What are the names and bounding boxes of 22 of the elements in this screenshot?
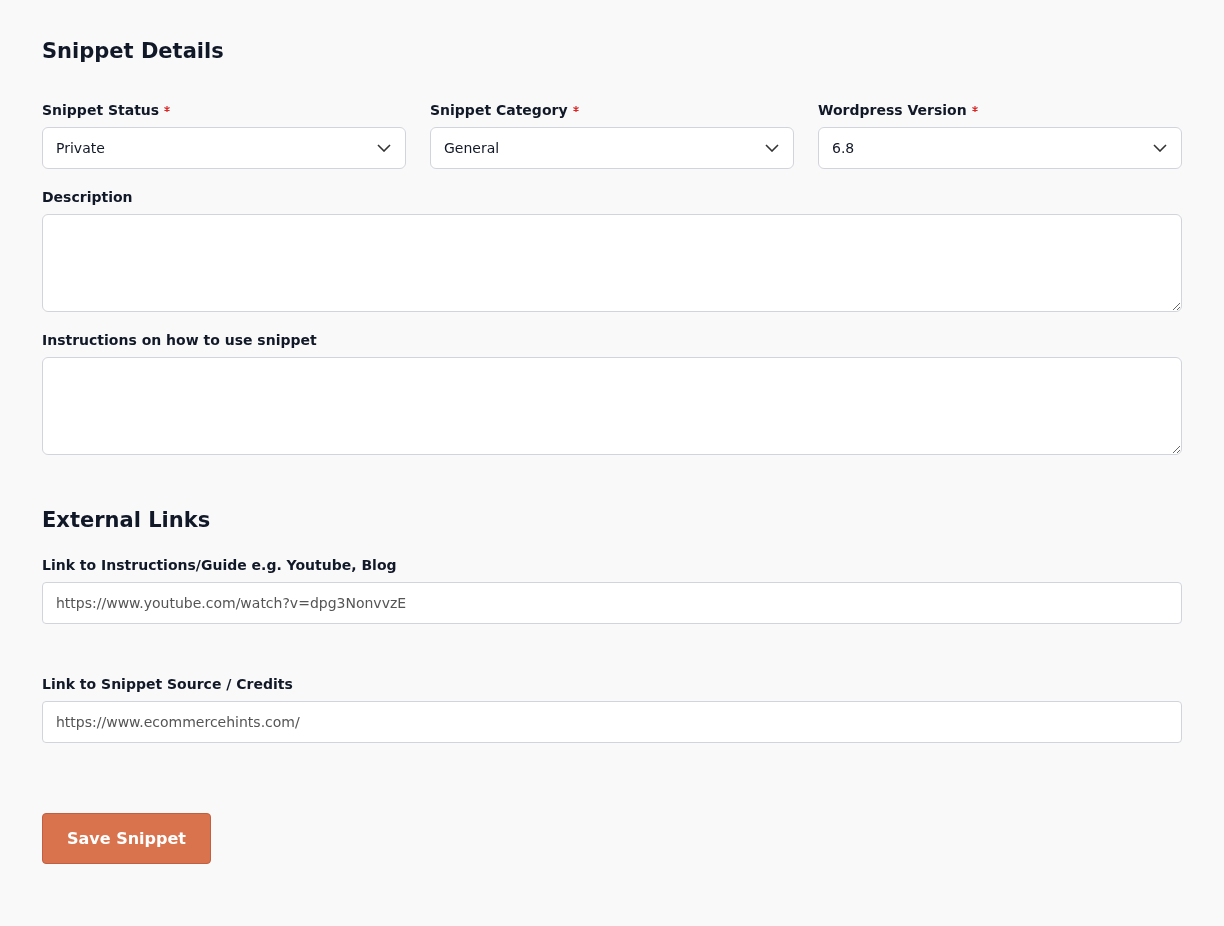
field-label: Link to Snippet Source / Credits [42, 675, 293, 694]
chevron-down-icon [765, 144, 779, 152]
required-asterisk-icon [572, 106, 579, 112]
textarea-field[interactable] [42, 214, 1182, 312]
input-field[interactable]: https://www.youtube.com/watch?v=dpg3NonvvzE [42, 582, 1182, 624]
select-field[interactable]: Private [42, 127, 406, 169]
required-asterisk-icon [971, 106, 978, 112]
textarea-field[interactable] [42, 357, 1182, 455]
field-label: Snippet Status [42, 101, 160, 120]
input-field[interactable]: https://www.ecommercehints.com/ [42, 701, 1182, 743]
chevron-down-icon [377, 144, 391, 152]
section-heading: Snippet Details [42, 38, 225, 65]
field-label: Instructions on how to use snippet [42, 331, 317, 350]
required-asterisk-icon [164, 106, 171, 112]
chevron-down-icon [1153, 144, 1167, 152]
field-label: Snippet Category [430, 101, 568, 120]
field-label: Description [42, 188, 133, 207]
section-heading: External Links [42, 507, 212, 534]
select-field[interactable]: 6.8 [818, 127, 1182, 169]
field-label: Wordpress Version [818, 101, 967, 120]
field-label: Link to Instructions/Guide e.g. Youtube, Blog [42, 556, 397, 575]
select-field[interactable]: General [430, 127, 794, 169]
